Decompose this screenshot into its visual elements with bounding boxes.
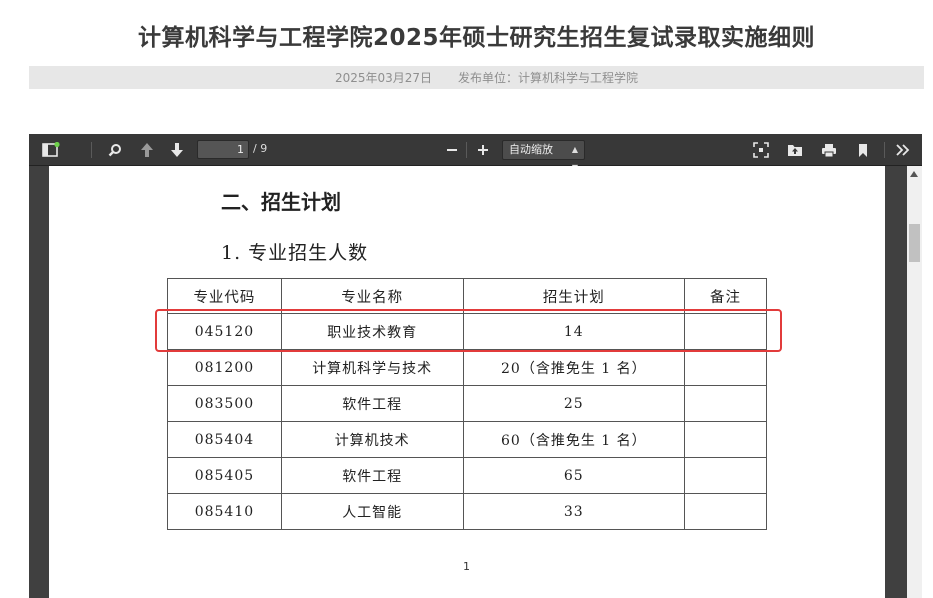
cell-name: 计算机科学与技术 — [280, 349, 464, 386]
scroll-thumb[interactable] — [909, 224, 920, 262]
cell-plan: 20（含推免生 1 名） — [462, 349, 686, 386]
vertical-scrollbar[interactable] — [907, 166, 922, 598]
minus-icon[interactable] — [443, 140, 461, 160]
cell-plan: 60（含推免生 1 名） — [462, 421, 686, 458]
double-chevron-right-icon[interactable] — [893, 140, 913, 160]
sidebar-toggle-icon[interactable] — [41, 140, 61, 160]
page-total: / 9 — [253, 142, 268, 155]
plus-icon[interactable] — [474, 140, 492, 160]
page-number-input[interactable]: 1 — [197, 140, 249, 159]
publish-date: 2025年03月27日 — [334, 71, 433, 85]
section-heading: 二、招生计划 — [221, 190, 341, 214]
highlight-annotation — [155, 309, 782, 352]
cell-name: 计算机技术 — [280, 421, 464, 458]
cell-note — [684, 421, 767, 458]
scroll-up-arrow-icon[interactable] — [910, 171, 918, 177]
cell-plan: 25 — [462, 385, 686, 422]
toolbar-divider — [884, 142, 885, 158]
cell-code: 085405 — [167, 457, 282, 494]
open-file-icon[interactable] — [785, 140, 805, 160]
cell-code: 083500 — [167, 385, 282, 422]
article-meta: 2025年03月27日 发布单位：计算机科学与工程学院 — [29, 66, 924, 89]
cell-note — [684, 493, 767, 530]
zoom-select[interactable]: 自动缩放 ▲▼ — [502, 140, 585, 172]
search-icon[interactable] — [105, 140, 125, 160]
toolbar-divider — [91, 142, 92, 158]
print-icon[interactable] — [819, 140, 839, 160]
pdf-viewer: 1 / 9 自动缩放 ▲▼ — [29, 134, 922, 598]
toolbar-divider — [466, 142, 467, 158]
table-row: 085410 人工智能 33 — [167, 493, 767, 530]
table-row: 085404 计算机技术 60（含推免生 1 名） — [167, 421, 767, 458]
arrow-up-icon[interactable] — [137, 140, 157, 160]
cell-name: 人工智能 — [280, 493, 464, 530]
cell-code: 081200 — [167, 349, 282, 386]
page-number: 1 — [463, 560, 470, 573]
cell-plan: 33 — [462, 493, 686, 530]
table-row: 081200 计算机科学与技术 20（含推免生 1 名） — [167, 349, 767, 386]
cell-note — [684, 349, 767, 386]
article-title: 计算机科学与工程学院2025年硕士研究生招生复试录取实施细则 — [137, 25, 815, 51]
cell-code: 085404 — [167, 421, 282, 458]
cell-note — [684, 457, 767, 494]
cell-code: 085410 — [167, 493, 282, 530]
pdf-page: 二、招生计划 1. 专业招生人数 专业代码 专业名称 招生计划 备注 04512… — [49, 166, 885, 598]
table-row: 083500 软件工程 25 — [167, 385, 767, 422]
cell-name: 软件工程 — [280, 457, 464, 494]
pdf-toolbar: 1 / 9 自动缩放 ▲▼ — [29, 134, 922, 172]
cell-note — [684, 385, 767, 422]
arrow-down-icon[interactable] — [167, 140, 187, 160]
zoom-value: 自动缩放 — [509, 143, 553, 156]
table-row: 085405 软件工程 65 — [167, 457, 767, 494]
sub-heading: 1. 专业招生人数 — [221, 242, 369, 264]
cell-name: 软件工程 — [280, 385, 464, 422]
cell-plan: 65 — [462, 457, 686, 494]
bookmark-icon[interactable] — [853, 140, 873, 160]
publisher: 发布单位：计算机科学与工程学院 — [458, 71, 639, 85]
fullscreen-icon[interactable] — [751, 140, 771, 160]
